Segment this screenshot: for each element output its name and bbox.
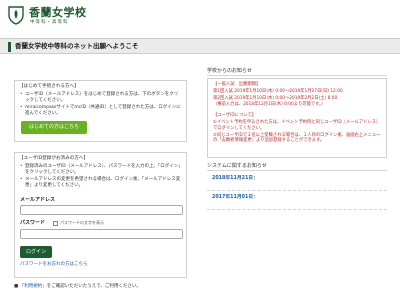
system-notice-date[interactable]: 2018年11月21日： [212,176,258,182]
divider [207,209,387,210]
system-notice-item[interactable]: 2018年11月21日： [207,176,387,194]
list-item: メールアドレスの変更を希望される場合は、ログイン後、「メールアドレス変更」より変… [19,177,182,189]
email-label: メールアドレス [20,197,56,203]
divider [207,170,387,171]
forgot-password-link[interactable]: パスワードをお忘れの方はこちら [20,262,88,268]
show-password-checkbox[interactable] [53,221,58,226]
terms-link[interactable]: 「利用規約」 [20,284,47,289]
notice-line: ②同じユーザIDで２名以上受験される場合は、１人目のログイン後、画面右上メニュー… [213,132,381,144]
password-field[interactable] [20,229,183,239]
list-item: ユーザID（メールアドレス）をはじめて登録される方は、下のボタンをクリックしてく… [19,92,182,104]
system-notices-title: システムに関するお知らせ [207,163,267,169]
login-panel: 【ユーザID登録がお済みの方へ】 登録済みのユーザID（メールアドレス）、パスワ… [14,152,187,278]
notice-line: 第1回入試 2019年1月10日(木) 0:00～2019年1月27日(日) 1… [213,88,343,94]
terms-notice: ■ 「利用規約」をご確認いただいたうえで、ご利用ください。 [14,284,141,290]
list-item: 登録済みのユーザID（メールアドレス）、パスワードを入力の上、「ログイン」をクリ… [19,164,182,176]
system-notice-date[interactable]: 2017年11月01日： [212,195,258,201]
site-header: 香蘭女学校 中等科・高等科 [0,0,400,30]
notice-line: 第2回入試 2019年1月10日(木) 0:00～2019年2月2日(土) 8:… [213,95,338,101]
school-name: 香蘭女学校 [29,6,87,19]
registered-list: 登録済みのユーザID（メールアドレス）、パスワードを入力の上、「ログイン」をクリ… [19,164,182,189]
first-time-panel: 【はじめて手続される方へ】 ユーザID（メールアドレス）をはじめて登録される方は… [14,80,187,142]
email-field[interactable] [20,205,183,215]
registered-heading: 【ユーザID登録がお済みの方へ】 [19,156,89,161]
list-item: miraicompassサイトでmcID（共通ID）として登録された方は、ログイ… [19,105,182,117]
system-notice-item[interactable]: 2017年11月01日： [207,195,387,213]
divider [207,75,387,76]
notice-line: 【一般入試 出願期間】 [213,82,261,87]
terms-text: をご確認いただいたうえで、ご利用ください。 [46,284,141,289]
password-label: パスワード [20,220,46,226]
page-title: 香蘭女学校中等科のネット出願へようこそ [15,42,139,50]
divider [207,190,387,191]
first-time-heading: 【はじめて手続される方へ】 [19,84,79,89]
banner-accent [8,42,11,52]
first-time-button[interactable]: はじめての方はこちら [21,121,87,134]
show-password-label[interactable]: パスワードの文字を表示 [60,220,104,225]
welcome-banner: 香蘭女学校中等科のネット出願へようこそ [0,38,400,54]
notice-line: （事前入力は、2018年12月1日(木) 0:00より可能です。） [213,102,326,108]
notice-line: ①イベント予約を申込された方は、イベント予約時と同じユーザID（メールアドレス）… [213,119,381,131]
bullet-icon: ■ [14,284,19,289]
school-subtitle: 中等科・高等科 [30,20,69,25]
school-notices-title: 学校からのお知らせ [207,68,252,74]
first-time-list: ユーザID（メールアドレス）をはじめて登録される方は、下のボタンをクリックしてく… [19,92,182,117]
notice-line: 【ユーザIDについて】 [213,113,257,119]
login-button[interactable]: ログイン [20,246,52,258]
school-crest-icon [8,6,24,25]
school-notices-box: 【一般入試 出願期間】 第1回入試 2019年1月10日(木) 0:00～201… [207,78,387,158]
